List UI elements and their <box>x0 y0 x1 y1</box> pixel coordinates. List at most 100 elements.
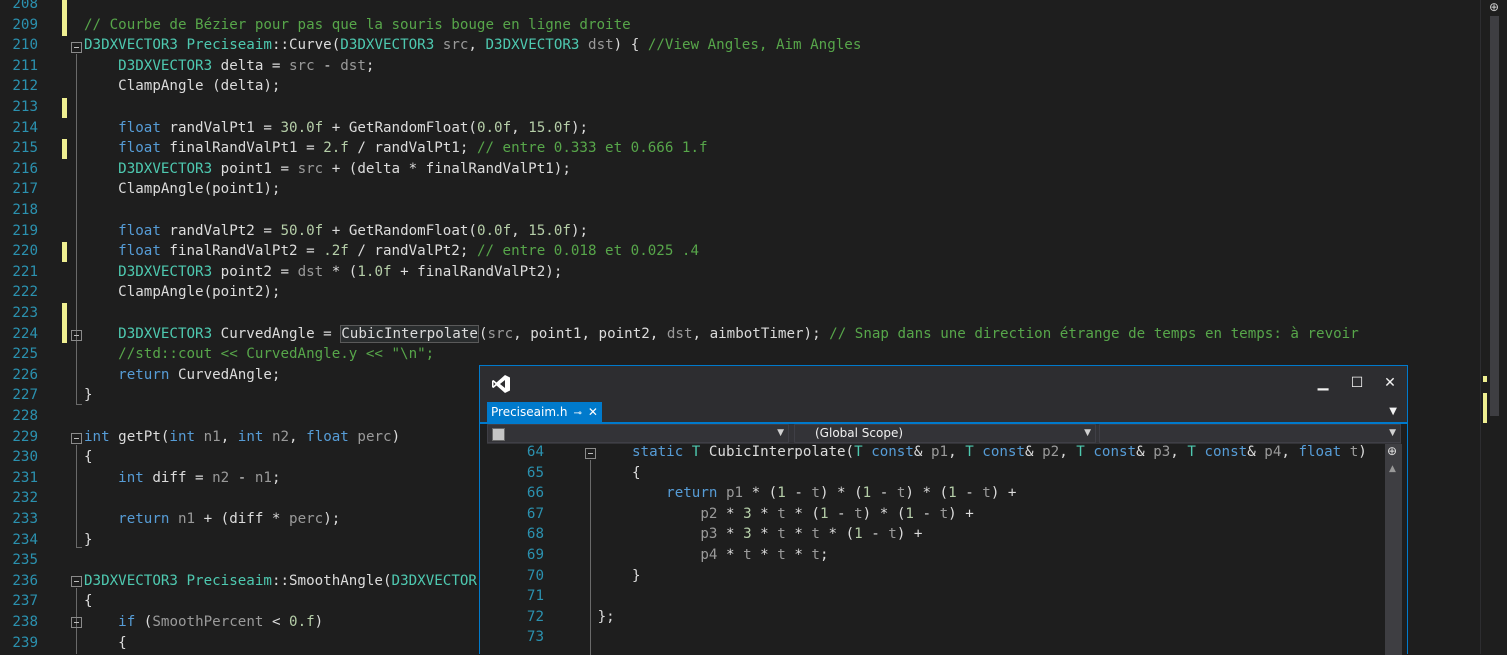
code-token: * ( <box>819 526 855 543</box>
code-token: , <box>1059 444 1077 460</box>
code-token: D3DXVECTOR3 <box>340 37 435 54</box>
code-line[interactable]: static T CubicInterpolate(T const& p1, T… <box>632 444 1367 460</box>
code-line[interactable]: { <box>632 465 641 481</box>
collapse-icon[interactable] <box>71 617 82 628</box>
code-line[interactable]: float randValPt1 = 30.0f + GetRandomFloa… <box>84 120 588 136</box>
code-line[interactable]: ClampAngle(point2); <box>84 284 280 300</box>
close-button[interactable]: ✕ <box>1379 373 1401 393</box>
code-token: p3 <box>1153 444 1171 460</box>
code-token: D3DXVECTOR3 <box>84 37 178 54</box>
code-line[interactable]: return p1 * (1 - t) * (1 - t) * (1 - t) … <box>632 485 1016 501</box>
code-line[interactable]: D3DXVECTOR3 delta = src - dst; <box>84 58 374 74</box>
code-line[interactable]: ClampAngle (delta); <box>84 78 280 94</box>
code-token: float <box>118 222 161 239</box>
close-icon[interactable]: ✕ <box>588 405 598 419</box>
minimize-button[interactable]: ▁ <box>1312 373 1334 393</box>
code-line[interactable]: } <box>84 532 93 548</box>
code-token: - <box>871 485 897 502</box>
code-line[interactable]: //std::cout << CurvedAngle.y << "\n"; <box>84 346 434 362</box>
code-token: p4 <box>700 547 718 563</box>
code-line[interactable]: D3DXVECTOR3 point1 = src + (delta * fina… <box>84 161 571 177</box>
code-token: / randValPt2; <box>348 243 477 260</box>
project-dropdown[interactable]: ▼ <box>487 424 789 443</box>
code-line[interactable]: { <box>84 449 93 465</box>
line-number: 234 <box>12 531 38 548</box>
code-line[interactable]: D3DXVECTOR3 CurvedAngle = CubicInterpola… <box>84 324 1359 343</box>
code-token: t <box>939 505 949 522</box>
code-line[interactable]: float randValPt2 = 50.0f + GetRandomFloa… <box>84 223 588 239</box>
code-line[interactable]: float finalRandValPt1 = 2.f / randValPt1… <box>84 140 707 156</box>
outline-line <box>590 460 591 655</box>
scroll-up-icon[interactable]: ▲ <box>1389 464 1396 474</box>
split-window-icon[interactable]: ⊕ <box>1387 444 1397 458</box>
line-number: 219 <box>12 222 38 239</box>
tab-preciseaim-h[interactable]: Preciseaim.h ⊸ ✕ <box>487 402 602 422</box>
code-token: - <box>785 485 812 502</box>
line-number: 65 <box>526 464 544 481</box>
pin-icon[interactable]: ⊸ <box>573 408 581 419</box>
code-line[interactable]: return CurvedAngle; <box>84 367 280 383</box>
code-line[interactable]: { <box>84 635 127 651</box>
peek-code-area[interactable]: 64 65 66 67 68 69 70 71 72 73 static T CubicInter… <box>487 444 1385 655</box>
code-token: ( <box>135 614 153 630</box>
peek-title-bar[interactable]: ▁ ☐ ✕ <box>480 366 1407 402</box>
code-token: D3DXVECTOR <box>391 572 477 589</box>
code-line[interactable]: D3DXVECTOR3 Preciseaim::Curve(D3DXVECTOR… <box>84 37 861 53</box>
code-token: ; <box>271 469 281 486</box>
scrollbar-thumb[interactable] <box>1490 16 1499 416</box>
code-token: int <box>118 469 144 486</box>
code-line[interactable]: { <box>84 593 93 609</box>
code-line[interactable]: } <box>84 387 93 403</box>
code-token: T <box>1076 444 1085 460</box>
tab-dropdown-icon[interactable]: ▼ <box>1389 406 1397 417</box>
collapse-icon[interactable] <box>71 433 82 444</box>
code-line[interactable]: int getPt(int n1, int n2, float perc) <box>84 429 400 445</box>
code-token: static <box>632 444 684 460</box>
peek-definition-window[interactable]: ▁ ☐ ✕ Preciseaim.h ⊸ ✕ ▼ ▼ (Global Scope) … <box>479 365 1408 655</box>
member-dropdown[interactable]: ▼ <box>1099 424 1401 443</box>
code-line[interactable]: D3DXVECTOR3 Preciseaim::SmoothAngle(D3DX… <box>84 573 477 589</box>
code-token: diff = <box>143 469 213 486</box>
code-line[interactable]: p2 * 3 * t * (1 - t) * (1 - t) + <box>632 505 973 522</box>
collapse-icon[interactable] <box>71 42 82 53</box>
code-line[interactable]: // Courbe de Bézier pour pas que la sour… <box>84 17 631 33</box>
collapse-icon[interactable] <box>71 576 82 587</box>
scope-dropdown[interactable]: (Global Scope) ▼ <box>794 424 1096 443</box>
line-number: 213 <box>12 99 38 115</box>
collapse-icon[interactable] <box>71 330 82 341</box>
outline-line <box>76 54 77 404</box>
line-number: 66 <box>526 485 544 502</box>
code-line[interactable]: int diff = n2 - n1; <box>84 469 281 486</box>
code-line[interactable]: }; <box>598 609 615 625</box>
code-token: return <box>118 511 170 527</box>
outline-end <box>76 547 82 548</box>
code-token: int <box>169 428 196 445</box>
line-number: 228 <box>12 408 38 424</box>
code-line[interactable]: return n1 + (diff * perc); <box>84 511 340 527</box>
code-line[interactable]: float finalRandValPt2 = .2f / randValPt2… <box>84 243 699 259</box>
code-line[interactable]: if (SmoothPercent < 0.f) <box>84 614 323 630</box>
code-line[interactable]: p4 * t * t * t; <box>632 547 828 563</box>
code-line[interactable]: ClampAngle(point1); <box>84 181 280 197</box>
change-marker <box>62 139 67 159</box>
code-token: - <box>314 57 341 74</box>
line-number: 210 <box>12 37 38 54</box>
code-line[interactable]: } <box>632 568 641 584</box>
maximize-button[interactable]: ☐ <box>1346 373 1368 393</box>
code-token: // Snap dans une direction étrange de te… <box>829 325 1359 342</box>
code-token: dst <box>588 37 614 54</box>
code-token: { <box>84 449 93 466</box>
code-token: perc <box>357 428 392 445</box>
split-window-icon[interactable]: ⊕ <box>1489 0 1499 14</box>
collapse-icon[interactable] <box>585 448 596 459</box>
code-line[interactable]: D3DXVECTOR3 point2 = dst * (1.0f + final… <box>84 264 562 280</box>
line-number: 224 <box>12 325 38 342</box>
editor-scrollbar[interactable]: ⊕ <box>1480 0 1507 654</box>
code-token: int <box>237 428 264 445</box>
code-line[interactable]: p3 * 3 * t * t * (1 - t) + <box>632 526 922 542</box>
peek-scrollbar[interactable]: ⊕ ▲ <box>1385 444 1402 655</box>
